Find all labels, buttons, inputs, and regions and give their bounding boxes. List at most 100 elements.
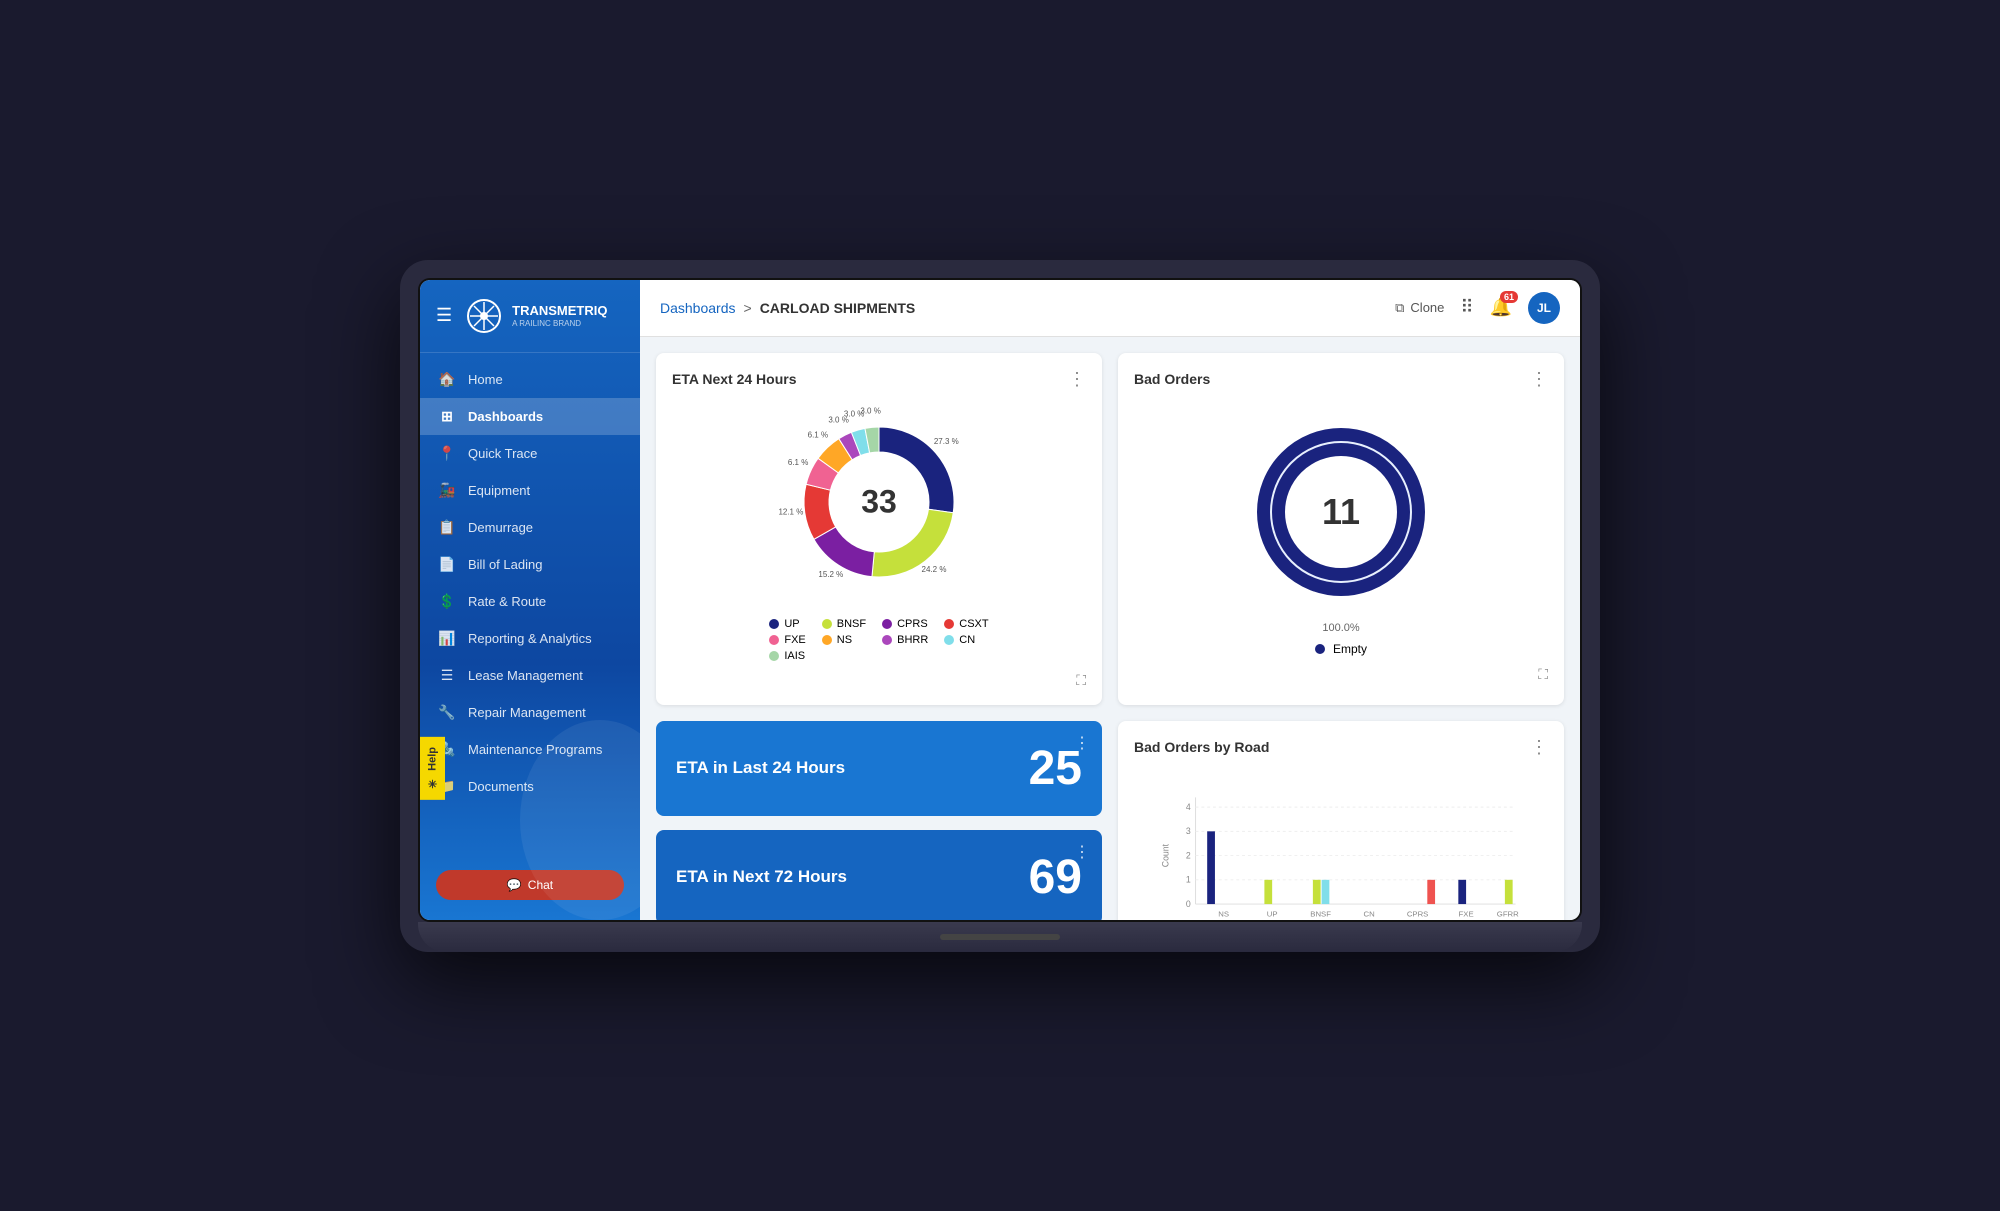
- bad-orders-road-menu[interactable]: ⋮: [1530, 737, 1548, 758]
- avatar[interactable]: JL: [1528, 292, 1560, 324]
- main-content: Dashboards > CARLOAD SHIPMENTS ⧉ Clone ⠿…: [640, 280, 1580, 920]
- equipment-icon: 🚂: [438, 482, 456, 499]
- legend-dot-up: [769, 619, 779, 629]
- chat-button[interactable]: 💬 Chat: [436, 870, 624, 900]
- clone-button[interactable]: ⧉ Clone: [1395, 300, 1444, 316]
- bar-chart-svg: Count 0 1: [1134, 778, 1548, 920]
- fullscreen-button-bad-orders[interactable]: ⛶: [1134, 666, 1548, 683]
- bar: [1505, 879, 1513, 903]
- demurrage-icon: 📋: [438, 519, 456, 536]
- breadcrumb-link[interactable]: Dashboards: [660, 300, 736, 316]
- legend-dot-csxt: [944, 619, 954, 629]
- notification-button[interactable]: 🔔 61: [1490, 297, 1512, 318]
- bad-orders-header: Bad Orders ⋮: [1134, 369, 1548, 390]
- breadcrumb-separator: >: [744, 300, 752, 316]
- app-title: TRANSMETRIQ: [512, 303, 607, 319]
- chat-icon: 💬: [507, 878, 522, 892]
- svg-text:12.1 %: 12.1 %: [779, 507, 803, 516]
- chat-label: Chat: [528, 878, 553, 892]
- nav-item-repair-management[interactable]: 🔧 Repair Management: [420, 694, 640, 731]
- home-icon: 🏠: [438, 371, 456, 388]
- legend-csxt: CSXT: [944, 618, 988, 630]
- eta-next-72-menu[interactable]: ⋮: [1074, 842, 1090, 862]
- repair-icon: 🔧: [438, 704, 456, 721]
- nav-item-documents[interactable]: 📁 Documents: [420, 768, 640, 805]
- nav-item-equipment[interactable]: 🚂 Equipment: [420, 472, 640, 509]
- legend-dot-cn: [944, 635, 954, 645]
- lease-icon: ☰: [438, 667, 456, 684]
- dashboard-content: ETA Next 24 Hours ⋮ 27.3 %24.2 %15.2 %12…: [640, 337, 1580, 920]
- breadcrumb: Dashboards > CARLOAD SHIPMENTS: [660, 300, 915, 316]
- bad-orders-dot: [1315, 644, 1325, 654]
- laptop-base: [418, 922, 1582, 952]
- donut-wrapper: 27.3 %24.2 %15.2 %12.1 %6.1 %6.1 %3.0 %3…: [779, 402, 979, 602]
- legend-iais: IAIS: [769, 650, 805, 662]
- bill-of-lading-icon: 📄: [438, 556, 456, 573]
- svg-text:Count: Count: [1160, 843, 1170, 867]
- svg-text:27.3 %: 27.3 %: [934, 436, 959, 445]
- bad-orders-chart: 11 100.0% Empty: [1134, 402, 1548, 656]
- eta-next-24-chart: 27.3 %24.2 %15.2 %12.1 %6.1 %6.1 %3.0 %3…: [672, 402, 1086, 662]
- nav-item-bill-of-lading[interactable]: 📄 Bill of Lading: [420, 546, 640, 583]
- bar: [1264, 879, 1272, 903]
- nav-label-demurrage: Demurrage: [468, 520, 533, 535]
- eta-next-24-header: ETA Next 24 Hours ⋮: [672, 369, 1086, 390]
- eta-next-24-menu[interactable]: ⋮: [1068, 369, 1086, 390]
- nav-item-lease-management[interactable]: ☰ Lease Management: [420, 657, 640, 694]
- svg-text:UP: UP: [1267, 909, 1278, 918]
- svg-text:1: 1: [1186, 874, 1191, 884]
- svg-text:GFRR: GFRR: [1497, 909, 1519, 918]
- help-button[interactable]: ✳ Help: [420, 737, 445, 800]
- nav-label-bill-of-lading: Bill of Lading: [468, 557, 542, 572]
- logo-icon: [466, 298, 502, 334]
- nav-label-quick-trace: Quick Trace: [468, 446, 537, 461]
- bad-orders-title: Bad Orders: [1134, 371, 1210, 387]
- quick-trace-icon: 📍: [438, 445, 456, 462]
- grid-icon[interactable]: ⠿: [1460, 297, 1473, 318]
- nav-item-dashboards[interactable]: ⊞ Dashboards: [420, 398, 640, 435]
- nav-item-rate-route[interactable]: 💲 Rate & Route: [420, 583, 640, 620]
- nav-label-lease-management: Lease Management: [468, 668, 583, 683]
- hamburger-icon[interactable]: ☰: [436, 305, 452, 326]
- bad-orders-road-title: Bad Orders by Road: [1134, 739, 1269, 755]
- legend-bhrr: BHRR: [882, 634, 928, 646]
- legend-ns: NS: [822, 634, 866, 646]
- svg-text:BNSF: BNSF: [1310, 909, 1331, 918]
- donut-center-value: 33: [861, 483, 897, 520]
- rate-route-icon: 💲: [438, 593, 456, 610]
- app-header: Dashboards > CARLOAD SHIPMENTS ⧉ Clone ⠿…: [640, 280, 1580, 337]
- nav-label-maintenance-programs: Maintenance Programs: [468, 742, 602, 757]
- nav-menu: 🏠 Home ⊞ Dashboards 📍 Quick Trace 🚂 Equi…: [420, 353, 640, 870]
- nav-label-rate-route: Rate & Route: [468, 594, 546, 609]
- svg-text:CPRS: CPRS: [1407, 909, 1429, 918]
- help-label: Help: [427, 747, 439, 771]
- eta-last-24-menu[interactable]: ⋮: [1074, 733, 1090, 753]
- eta-next-24-title: ETA Next 24 Hours: [672, 371, 796, 387]
- bar: [1313, 879, 1321, 903]
- clone-icon: ⧉: [1395, 300, 1404, 316]
- nav-item-reporting-analytics[interactable]: 📊 Reporting & Analytics: [420, 620, 640, 657]
- bad-orders-road-widget: Bad Orders by Road ⋮ Count: [1118, 721, 1564, 920]
- nav-item-demurrage[interactable]: 📋 Demurrage: [420, 509, 640, 546]
- svg-text:NS: NS: [1218, 909, 1229, 918]
- nav-label-equipment: Equipment: [468, 483, 530, 498]
- svg-text:3.0 %: 3.0 %: [860, 406, 880, 415]
- eta-next-72-card: ETA in Next 72 Hours 69: [656, 830, 1102, 920]
- eta-next-72-title: ETA in Next 72 Hours: [676, 866, 1029, 888]
- eta-next-24-widget: ETA Next 24 Hours ⋮ 27.3 %24.2 %15.2 %12…: [656, 353, 1102, 705]
- nav-label-home: Home: [468, 372, 503, 387]
- bad-orders-pct: 100.0%: [1322, 622, 1359, 634]
- bad-orders-menu[interactable]: ⋮: [1530, 369, 1548, 390]
- nav-item-home[interactable]: 🏠 Home: [420, 361, 640, 398]
- fullscreen-button-eta24[interactable]: ⛶: [672, 672, 1086, 689]
- nav-label-dashboards: Dashboards: [468, 409, 543, 424]
- nav-item-maintenance-programs[interactable]: 🔩 Maintenance Programs: [420, 731, 640, 768]
- bar: [1427, 879, 1435, 903]
- app-subtitle: A RAILINC BRAND: [512, 319, 607, 328]
- svg-text:0: 0: [1186, 898, 1191, 908]
- nav-label-documents: Documents: [468, 779, 534, 794]
- nav-label-repair-management: Repair Management: [468, 705, 586, 720]
- nav-item-quick-trace[interactable]: 📍 Quick Trace: [420, 435, 640, 472]
- help-icon: ✳: [426, 777, 439, 790]
- legend-dot-ns: [822, 635, 832, 645]
